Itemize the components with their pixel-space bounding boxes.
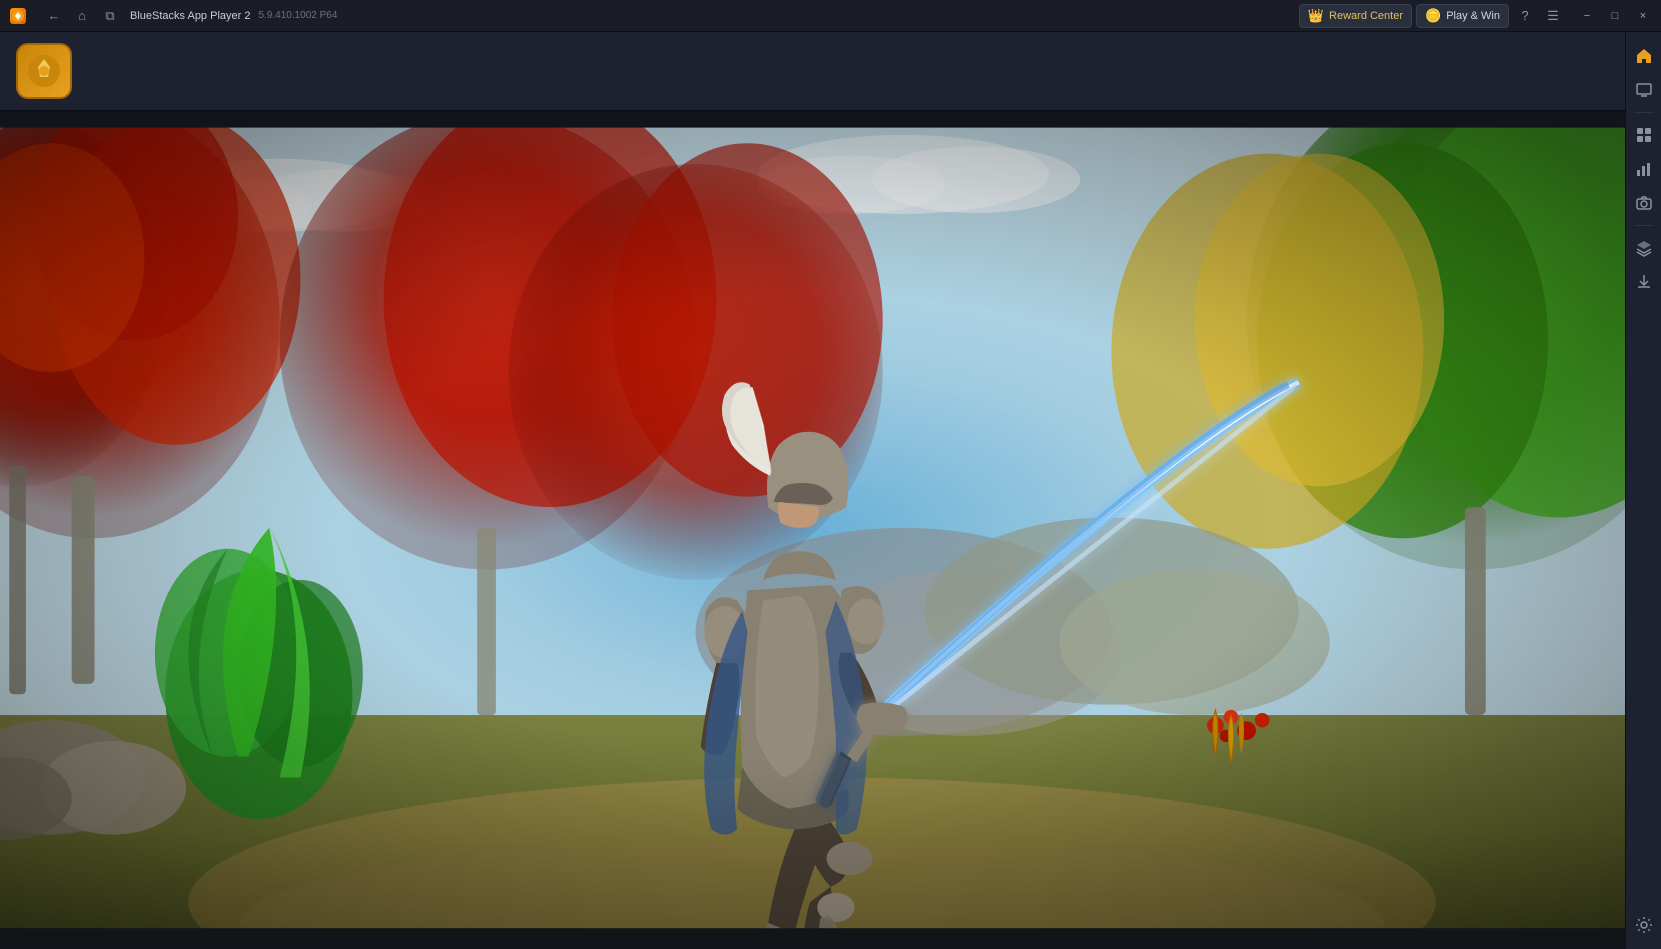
sidebar-layers-button[interactable] [1628,232,1660,264]
sidebar-camera-button[interactable] [1628,187,1660,219]
play-win-button[interactable]: 🪙 Play & Win [1416,4,1509,28]
play-win-label: Play & Win [1446,10,1500,22]
title-bar-left: ← ⌂ ⧉ BlueStacks App Player 2 5.9.410.10… [0,4,337,28]
game-scene-svg [0,112,1625,949]
title-bar-nav: ← ⌂ ⧉ [42,4,122,28]
game-logo [16,43,72,99]
minimize-button[interactable]: − [1573,2,1601,30]
tabs-button[interactable]: ⧉ [98,4,122,28]
sidebar-settings-button[interactable] [1628,909,1660,941]
app-header [0,32,1661,112]
sidebar-chart-button[interactable] [1628,153,1660,185]
sidebar-tv-button[interactable] [1628,74,1660,106]
sidebar-grid-button[interactable] [1628,119,1660,151]
right-sidebar [1625,32,1661,949]
sidebar-download-button[interactable] [1628,266,1660,298]
main-content [0,112,1625,949]
app-version-label: 5.9.410.1002 P64 [258,10,337,21]
app-name-label: BlueStacks App Player 2 [130,10,250,22]
sidebar-home-button[interactable] [1628,40,1660,72]
game-area [0,112,1625,949]
home-nav-button[interactable]: ⌂ [70,4,94,28]
sidebar-divider-1 [1634,112,1654,113]
close-button[interactable]: × [1629,2,1657,30]
reward-center-button[interactable]: 👑 Reward Center [1299,4,1412,28]
window-controls: − □ × [1573,2,1657,30]
back-button[interactable]: ← [42,4,66,28]
title-bar: ← ⌂ ⧉ BlueStacks App Player 2 5.9.410.10… [0,0,1661,32]
sidebar-divider-2 [1634,225,1654,226]
bluestacks-app-icon [10,8,26,24]
reward-crown-icon: 👑 [1308,8,1324,24]
reward-center-label: Reward Center [1329,10,1403,22]
title-bar-right: 👑 Reward Center 🪙 Play & Win ? ☰ − □ × [1299,2,1661,30]
menu-button[interactable]: ☰ [1541,4,1565,28]
maximize-button[interactable]: □ [1601,2,1629,30]
play-win-coin-icon: 🪙 [1425,8,1441,24]
help-button[interactable]: ? [1513,4,1537,28]
